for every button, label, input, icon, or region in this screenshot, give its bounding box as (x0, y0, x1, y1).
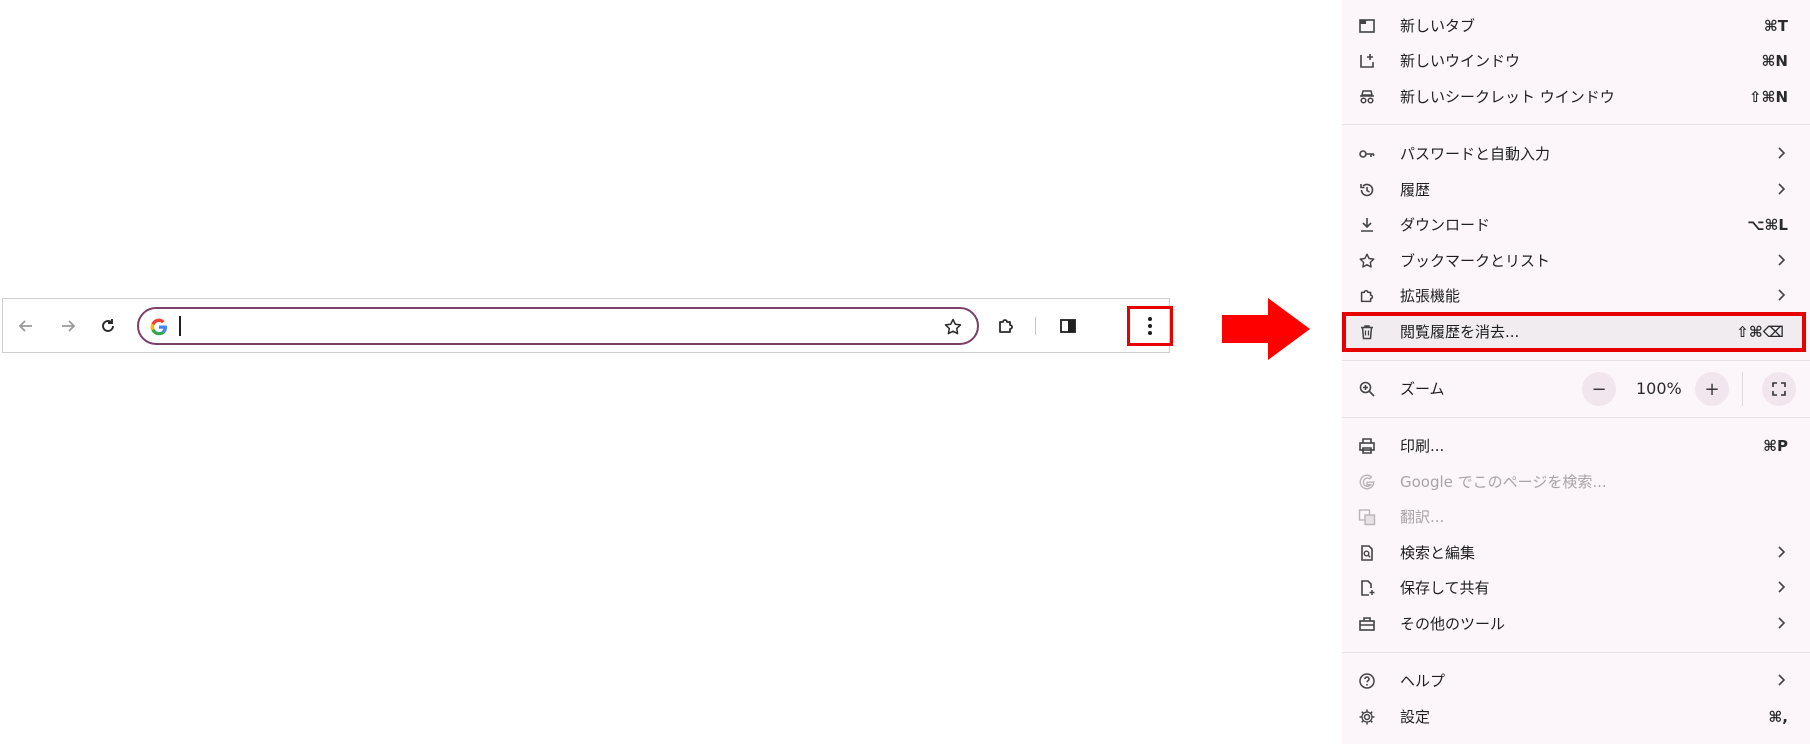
reload-button[interactable] (91, 309, 125, 343)
chevron-right-icon (1778, 147, 1786, 159)
chevron-right-icon (1778, 289, 1786, 301)
key-icon (1358, 145, 1376, 163)
find-edit-icon (1358, 544, 1376, 562)
download-icon (1358, 216, 1376, 234)
menu-item-save-share[interactable]: 保存して共有 (1342, 571, 1810, 605)
new-tab-icon (1358, 17, 1376, 35)
back-arrow-icon (18, 320, 32, 332)
help-icon (1358, 672, 1376, 690)
menu-item-label: 新しいウインドウ (1400, 52, 1521, 70)
menu-divider (1342, 360, 1810, 361)
save-share-icon (1358, 579, 1376, 597)
extensions-icon (999, 319, 1013, 333)
chevron-right-icon (1778, 674, 1786, 686)
fullscreen-button[interactable] (1762, 372, 1796, 406)
menu-item-label: Google でこのページを検索... (1400, 473, 1607, 491)
menu-item-settings[interactable]: 設定 ⌘, (1342, 700, 1810, 734)
chevron-right-icon (1778, 546, 1786, 558)
translate-icon (1358, 508, 1376, 526)
menu-item-label: 新しいシークレット ウインドウ (1400, 88, 1615, 106)
chevron-right-icon (1778, 617, 1786, 629)
more-menu-button[interactable] (1127, 306, 1173, 346)
menu-divider (1342, 652, 1810, 653)
menu-item-help[interactable]: ヘルプ (1342, 664, 1810, 698)
menu-item-incognito[interactable]: 新しいシークレット ウインドウ ⇧⌘N (1342, 80, 1810, 114)
trash-icon (1358, 323, 1376, 341)
menu-item-label: 新しいタブ (1400, 17, 1476, 35)
menu-item-label: ズーム (1400, 380, 1445, 398)
menu-item-translate: 翻訳... (1342, 500, 1810, 534)
menu-item-label: 設定 (1400, 708, 1431, 726)
menu-item-history[interactable]: 履歴 (1342, 173, 1810, 207)
browser-toolbar (2, 298, 1173, 353)
google-g-icon (149, 317, 169, 341)
menu-item-new-tab[interactable]: 新しいタブ ⌘T (1342, 9, 1810, 43)
menu-item-label: 翻訳... (1400, 508, 1445, 526)
tools-icon (1358, 615, 1376, 633)
menu-item-extensions[interactable]: 拡張機能 (1342, 279, 1810, 313)
print-icon (1358, 437, 1376, 455)
menu-item-label: 保存して共有 (1400, 579, 1490, 597)
menu-item-bookmarks[interactable]: ブックマークとリスト (1342, 244, 1810, 278)
zoom-level: 100% (1636, 379, 1682, 398)
menu-item-label: 拡張機能 (1400, 287, 1461, 305)
menu-item-downloads[interactable]: ダウンロード ⌥⌘L (1342, 208, 1810, 242)
extensions-button[interactable] (989, 309, 1023, 343)
address-bar[interactable] (137, 307, 979, 345)
settings-icon (1358, 708, 1376, 726)
more-vert-icon (1148, 317, 1152, 335)
chrome-menu: 新しいタブ ⌘T 新しいウインドウ ⌘N 新しいシークレット ウインドウ ⇧⌘N… (1342, 0, 1810, 744)
forward-button[interactable] (51, 309, 85, 343)
incognito-icon (1358, 88, 1376, 106)
bookmark-star-icon[interactable] (943, 317, 963, 341)
menu-item-clear-browsing-data[interactable]: 閲覧履歴を消去... ⇧⌘⌫ (1342, 312, 1806, 352)
menu-item-label: 印刷... (1400, 437, 1445, 455)
menu-item-label: ダウンロード (1400, 216, 1491, 234)
menu-item-label: ヘルプ (1400, 672, 1446, 690)
menu-item-label: パスワードと自動入力 (1400, 145, 1551, 163)
menu-item-label: ブックマークとリスト (1400, 252, 1551, 270)
reload-icon (102, 319, 114, 332)
chevron-right-icon (1778, 183, 1786, 195)
direction-arrow (1222, 298, 1310, 364)
new-window-icon (1358, 52, 1376, 70)
menu-item-search-google: Google でこのページを検索... (1342, 465, 1810, 499)
star-icon (1358, 252, 1376, 270)
menu-item-shortcut: ⌘, (1768, 708, 1788, 726)
menu-item-label: 履歴 (1400, 181, 1431, 199)
menu-item-print[interactable]: 印刷... ⌘P (1342, 429, 1810, 463)
menu-item-label: 検索と編集 (1400, 544, 1476, 562)
side-panel-icon (1060, 319, 1076, 333)
zoom-icon (1358, 380, 1376, 398)
menu-item-shortcut: ⌥⌘L (1747, 216, 1788, 234)
history-icon (1358, 181, 1376, 199)
google-icon (1358, 473, 1376, 491)
menu-item-zoom: ズーム − 100% + (1342, 370, 1810, 408)
menu-item-passwords[interactable]: パスワードと自動入力 (1342, 137, 1810, 171)
menu-item-shortcut: ⇧⌘⌫ (1736, 323, 1784, 341)
menu-item-shortcut: ⇧⌘N (1748, 88, 1788, 106)
menu-item-label: その他のツール (1400, 615, 1506, 633)
chevron-right-icon (1778, 254, 1786, 266)
zoom-in-button[interactable]: + (1695, 372, 1729, 406)
extension-icon (1358, 287, 1376, 305)
zoom-divider (1742, 372, 1743, 406)
menu-item-label: 閲覧履歴を消去... (1400, 323, 1520, 341)
menu-item-shortcut: ⌘T (1763, 17, 1788, 35)
back-button[interactable] (9, 309, 43, 343)
toolbar-divider (1035, 317, 1036, 335)
side-panel-button[interactable] (1051, 309, 1085, 343)
text-caret (179, 316, 181, 336)
chevron-right-icon (1778, 581, 1786, 593)
forward-arrow-icon (62, 320, 76, 332)
menu-item-find-edit[interactable]: 検索と編集 (1342, 536, 1810, 570)
zoom-out-button[interactable]: − (1582, 372, 1616, 406)
menu-item-shortcut: ⌘P (1763, 437, 1788, 455)
menu-item-shortcut: ⌘N (1761, 52, 1788, 70)
fullscreen-icon (1772, 382, 1786, 396)
menu-divider (1342, 124, 1810, 125)
menu-divider (1342, 417, 1810, 418)
menu-item-more-tools[interactable]: その他のツール (1342, 607, 1810, 641)
menu-item-new-window[interactable]: 新しいウインドウ ⌘N (1342, 44, 1810, 78)
